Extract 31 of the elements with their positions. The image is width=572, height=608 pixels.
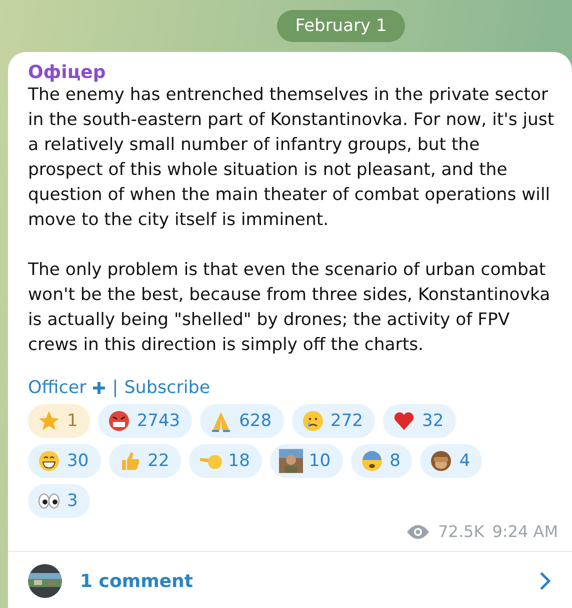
reaction-button[interactable]: 32 <box>383 404 456 438</box>
author-name[interactable]: Офіцер <box>28 62 558 83</box>
eye-icon <box>406 524 430 540</box>
view-count: 72.5K <box>438 522 484 541</box>
reaction-button[interactable]: 272 <box>292 404 375 438</box>
cry-emoji-icon <box>300 409 325 433</box>
fear-emoji-icon <box>360 449 384 473</box>
reaction-button[interactable]: 8 <box>350 444 412 478</box>
photo-emoji-icon <box>278 449 303 473</box>
reaction-button[interactable]: 628 <box>200 404 284 438</box>
message-text: The only problem is that even the scenario of urban combat won't be the best, because from three sides, Konstantinovka is actually being "shelled" by drones; the activity of FPV crews in this direction is simply off the charts. <box>28 259 552 357</box>
message-text: The enemy has entrenched themselves in the private sector in the south-eastern part of Konstantinovka. For now, it's just a relatively small number of infantry groups, but the prospect of this whole situation is not pleasant, and the question of when the main theater of combat operations will move to the city itself is imminent. <box>28 84 556 232</box>
channel-link[interactable]: Officer <box>28 378 86 398</box>
message-time: 9:24 AM <box>492 522 558 541</box>
reaction-button[interactable]: 18 <box>189 444 262 478</box>
chevron-right-icon[interactable] <box>538 571 552 591</box>
reaction-button[interactable]: 4 <box>420 444 482 478</box>
date-badge: February 1 <box>277 10 405 42</box>
comments-link[interactable]: 1 comment <box>80 570 520 592</box>
reaction-button[interactable]: 1 <box>28 404 90 438</box>
grin-emoji-icon <box>37 449 61 473</box>
separator-text: | <box>112 378 118 398</box>
reaction-button[interactable]: 10 <box>270 444 343 478</box>
reaction-button[interactable]: 30 <box>28 444 101 478</box>
angry-emoji-icon <box>106 409 131 433</box>
subscribe-link[interactable]: Subscribe <box>124 378 210 398</box>
reaction-button[interactable]: 3 <box>28 484 90 518</box>
reaction-button[interactable]: 22 <box>108 444 182 478</box>
plus-icon <box>92 381 106 395</box>
star-emoji-icon <box>37 409 61 433</box>
reaction-button[interactable]: 2743 <box>98 404 192 438</box>
